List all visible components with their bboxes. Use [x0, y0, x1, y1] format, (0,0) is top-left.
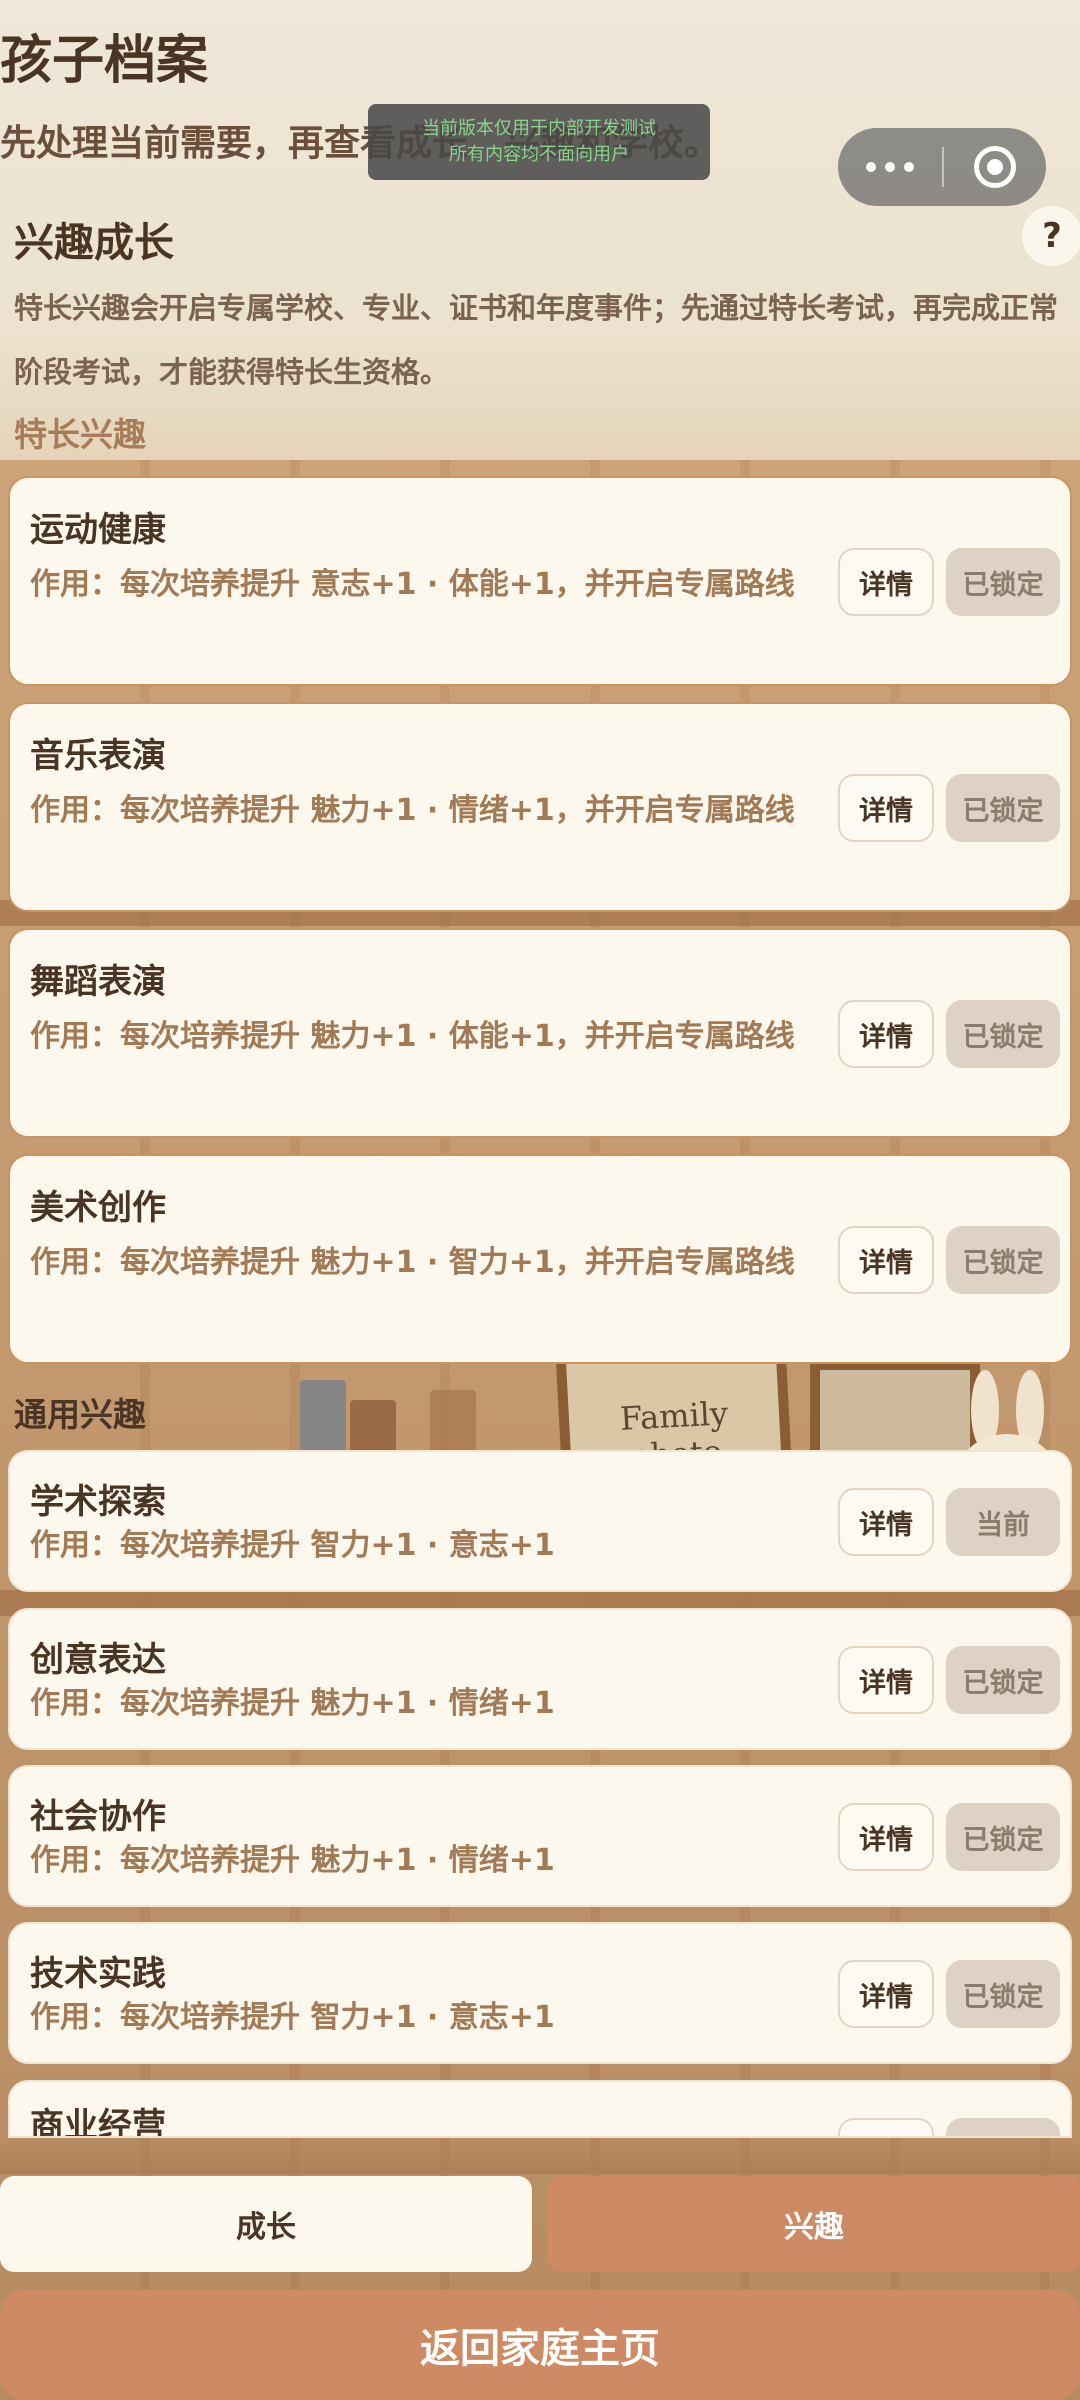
miniprogram-capsule: [838, 128, 1046, 206]
scroll-fade: [0, 2138, 1080, 2174]
tab-growth[interactable]: 成长: [0, 2176, 532, 2272]
close-target-icon[interactable]: [944, 146, 1046, 188]
special-interest-label: 特长兴趣: [14, 415, 146, 454]
detail-button[interactable]: 详情: [838, 1803, 934, 1871]
interest-effect: 作用：每次培养提升 智力+1 · 意志+1: [30, 1528, 555, 1563]
page-title: 孩子档案: [0, 31, 209, 91]
back-to-home-button[interactable]: 返回家庭主页: [0, 2290, 1080, 2400]
detail-button[interactable]: 详情: [838, 1488, 934, 1556]
locked-status-button[interactable]: 已锁定: [946, 1646, 1060, 1714]
locked-status-button[interactable]: 已锁定: [946, 1803, 1060, 1871]
locked-status-button[interactable]: 已锁定: [946, 548, 1060, 616]
interest-card: 创意表达 作用：每次培养提升 魅力+1 · 情绪+1 详情 已锁定: [8, 1608, 1072, 1750]
dev-test-banner: 当前版本仅用于内部开发测试 所有内容均不面向用户: [368, 104, 710, 180]
section-title: 兴趣成长: [14, 220, 174, 266]
locked-status-button[interactable]: 已锁定: [946, 1000, 1060, 1068]
interest-name: 美术创作: [30, 1188, 166, 1228]
status-button[interactable]: [946, 2118, 1060, 2136]
interest-effect: 作用：每次培养提升 魅力+1 · 体能+1，并开启专属路线: [30, 1019, 795, 1054]
current-status-button[interactable]: 当前: [946, 1488, 1060, 1556]
interest-card: 商业经营: [8, 2080, 1072, 2138]
interest-effect: 作用：每次培养提升 智力+1 · 意志+1: [30, 2000, 555, 2035]
detail-button[interactable]: 详情: [838, 548, 934, 616]
interest-name: 舞蹈表演: [30, 962, 166, 1002]
interest-name: 学术探索: [30, 1482, 166, 1522]
detail-button[interactable]: 详情: [838, 1646, 934, 1714]
interest-name: 创意表达: [30, 1640, 166, 1680]
interest-effect: 作用：每次培养提升 魅力+1 · 情绪+1: [30, 1686, 555, 1721]
interest-name: 商业经营: [30, 2106, 166, 2138]
interest-card: 学术探索 作用：每次培养提升 智力+1 · 意志+1 详情 当前: [8, 1450, 1072, 1592]
detail-button[interactable]: 详情: [838, 774, 934, 842]
dev-banner-line: 所有内容均不面向用户: [449, 144, 629, 165]
interest-card: 美术创作 作用：每次培养提升 魅力+1 · 智力+1，并开启专属路线 详情 已锁…: [8, 1154, 1072, 1364]
tab-interest[interactable]: 兴趣: [548, 2176, 1080, 2272]
interest-name: 运动健康: [30, 510, 166, 550]
bottom-tabs: 成长 兴趣: [0, 2176, 1080, 2272]
interest-card: 音乐表演 作用：每次培养提升 魅力+1 · 情绪+1，并开启专属路线 详情 已锁…: [8, 702, 1072, 912]
interest-card: 技术实践 作用：每次培养提升 智力+1 · 意志+1 详情 已锁定: [8, 1922, 1072, 2064]
detail-button[interactable]: 详情: [838, 1226, 934, 1294]
help-button[interactable]: ?: [1022, 206, 1080, 266]
detail-button[interactable]: 详情: [838, 1000, 934, 1068]
interest-effect: 作用：每次培养提升 意志+1 · 体能+1，并开启专属路线: [30, 567, 795, 602]
interest-name: 社会协作: [30, 1797, 166, 1837]
interest-card: 舞蹈表演 作用：每次培养提升 魅力+1 · 体能+1，并开启专属路线 详情 已锁…: [8, 928, 1072, 1138]
detail-button[interactable]: [838, 2118, 934, 2136]
dev-banner-line: 当前版本仅用于内部开发测试: [422, 118, 656, 139]
interest-card: 运动健康 作用：每次培养提升 意志+1 · 体能+1，并开启专属路线 详情 已锁…: [8, 476, 1072, 686]
locked-status-button[interactable]: 已锁定: [946, 1960, 1060, 2028]
interest-name: 技术实践: [30, 1954, 166, 1994]
section-description: 特长兴趣会开启专属学校、专业、证书和年度事件；先通过特长考试，再完成正常阶段考试…: [14, 291, 1059, 389]
interest-effect: 作用：每次培养提升 魅力+1 · 情绪+1: [30, 1843, 555, 1878]
interest-effect: 作用：每次培养提升 魅力+1 · 情绪+1，并开启专属路线: [30, 793, 795, 828]
general-interest-label: 通用兴趣: [14, 1395, 146, 1434]
interest-card: 社会协作 作用：每次培养提升 魅力+1 · 情绪+1 详情 已锁定: [8, 1765, 1072, 1907]
more-icon[interactable]: [838, 162, 942, 172]
locked-status-button[interactable]: 已锁定: [946, 774, 1060, 842]
locked-status-button[interactable]: 已锁定: [946, 1226, 1060, 1294]
interest-effect: 作用：每次培养提升 魅力+1 · 智力+1，并开启专属路线: [30, 1245, 795, 1280]
interest-name: 音乐表演: [30, 736, 166, 776]
detail-button[interactable]: 详情: [838, 1960, 934, 2028]
